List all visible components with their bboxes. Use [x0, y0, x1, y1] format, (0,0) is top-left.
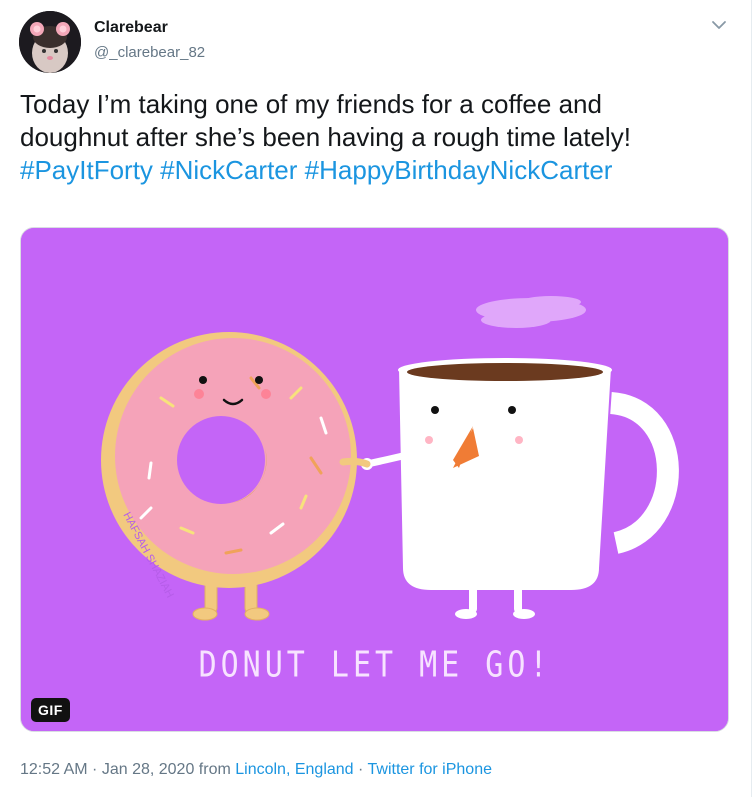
location-link[interactable]: Lincoln, England	[235, 761, 353, 778]
meta-separator: ·	[87, 761, 102, 778]
source-link[interactable]: Twitter for iPhone	[368, 761, 493, 778]
avatar[interactable]	[19, 11, 81, 73]
hashtag-link[interactable]: #NickCarter	[160, 155, 297, 185]
tweet-metadata: 12:52 AM · Jan 28, 2020 from Lincoln, En…	[20, 761, 492, 779]
from-label: from	[194, 761, 236, 778]
tweet-text: Today I’m taking one of my friends for a…	[20, 88, 732, 187]
tweet-time[interactable]: 12:52 AM	[20, 761, 88, 778]
hashtag-line: #PayItForty #NickCarter #HappyBirthdayNi…	[20, 154, 732, 187]
hashtag-link[interactable]: #HappyBirthdayNickCarter	[305, 155, 613, 185]
tweet-card: Clarebear @_clarebear_82 Today I’m takin…	[0, 0, 752, 797]
avatar-image	[19, 11, 81, 73]
tweet-date[interactable]: Jan 28, 2020	[102, 761, 195, 778]
chevron-down-icon[interactable]	[708, 16, 730, 34]
gif-caption: DONUT LET ME GO!	[199, 644, 552, 685]
gif-badge: GIF	[31, 698, 70, 722]
meta-separator: ·	[353, 761, 368, 778]
tweet-text-line: Today I’m taking one of my friends for a…	[20, 89, 602, 119]
gif-media[interactable]: HAFSAH SHAZIAH DONUT LET ME GO! GIF	[20, 227, 729, 732]
hashtag-link[interactable]: #PayItForty	[20, 155, 153, 185]
gif-illustration: HAFSAH SHAZIAH DONUT LET ME GO!	[21, 228, 728, 731]
author-display-name[interactable]: Clarebear	[94, 19, 168, 37]
author-handle[interactable]: @_clarebear_82	[94, 44, 205, 61]
tweet-text-line: doughnut after she’s been having a rough…	[20, 122, 631, 152]
